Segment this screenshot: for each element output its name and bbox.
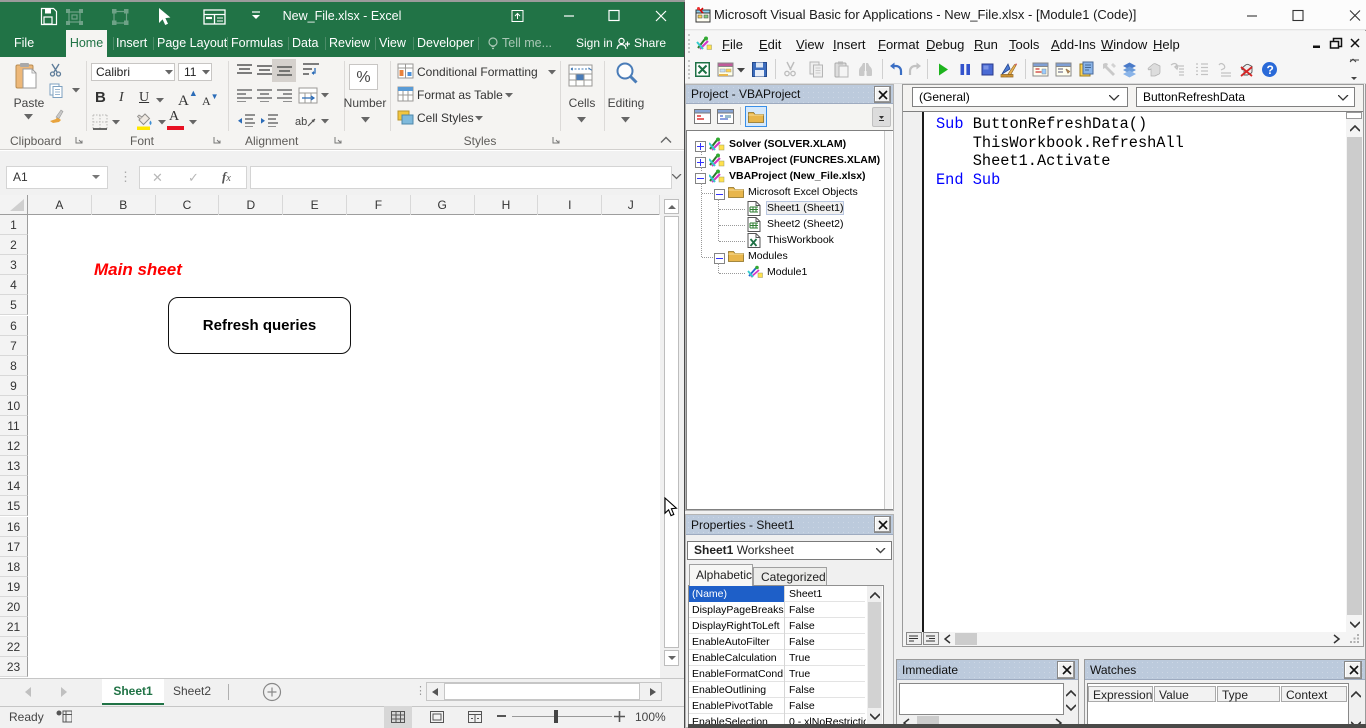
- svg-text:ab: ab: [295, 116, 307, 128]
- svg-text:?: ?: [1267, 63, 1274, 77]
